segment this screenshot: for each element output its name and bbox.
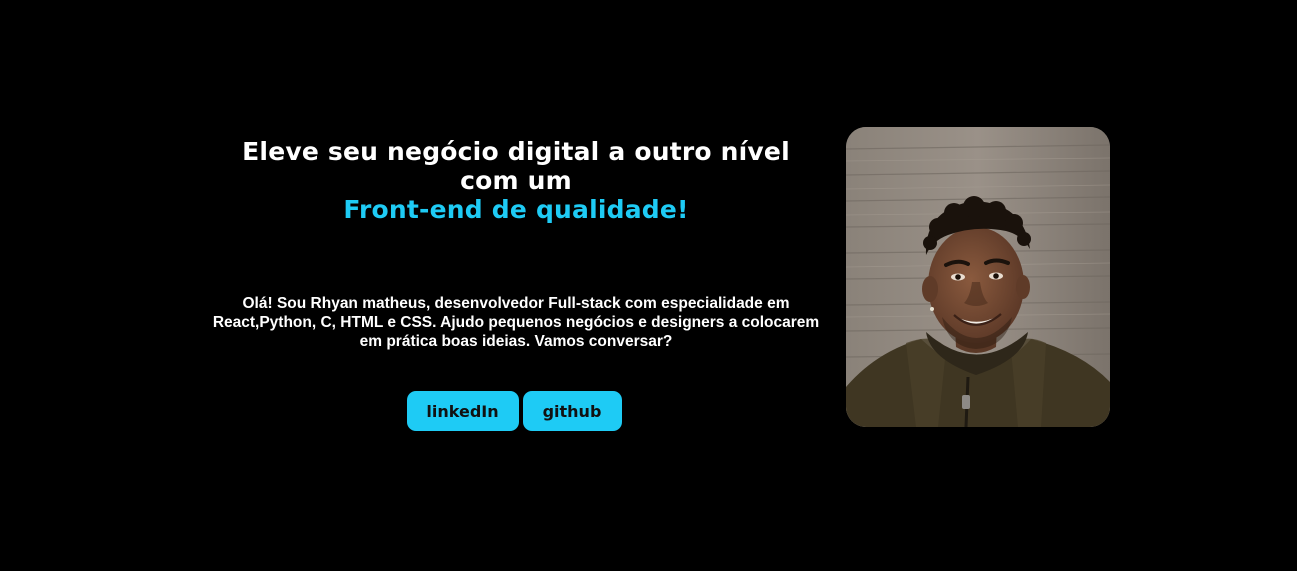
linkedin-button[interactable]: linkedIn	[406, 391, 519, 431]
intro-text-skills: React,Python, C, HTML e CSS.	[212, 314, 437, 331]
hero-section: Eleve seu negócio digital a outro nível …	[0, 0, 1297, 571]
headline-line-2: com um	[460, 166, 572, 195]
social-buttons: linkedIn github	[200, 391, 832, 431]
headline-accent: Front-end de qualidade!	[343, 195, 689, 224]
headline-line-1: Eleve seu negócio digital a outro nível	[242, 137, 790, 166]
github-button[interactable]: github	[522, 391, 622, 431]
hero-headline: Eleve seu negócio digital a outro nível …	[200, 137, 832, 224]
intro-text-start: Olá! Sou Rhyan matheus, desenvolvedor Fu…	[242, 295, 790, 312]
hero-text-column: Eleve seu negócio digital a outro nível …	[200, 137, 832, 431]
intro-paragraph: Olá! Sou Rhyan matheus, desenvolvedor Fu…	[206, 294, 826, 351]
profile-photo	[846, 127, 1110, 427]
profile-photo-illustration	[846, 127, 1110, 427]
